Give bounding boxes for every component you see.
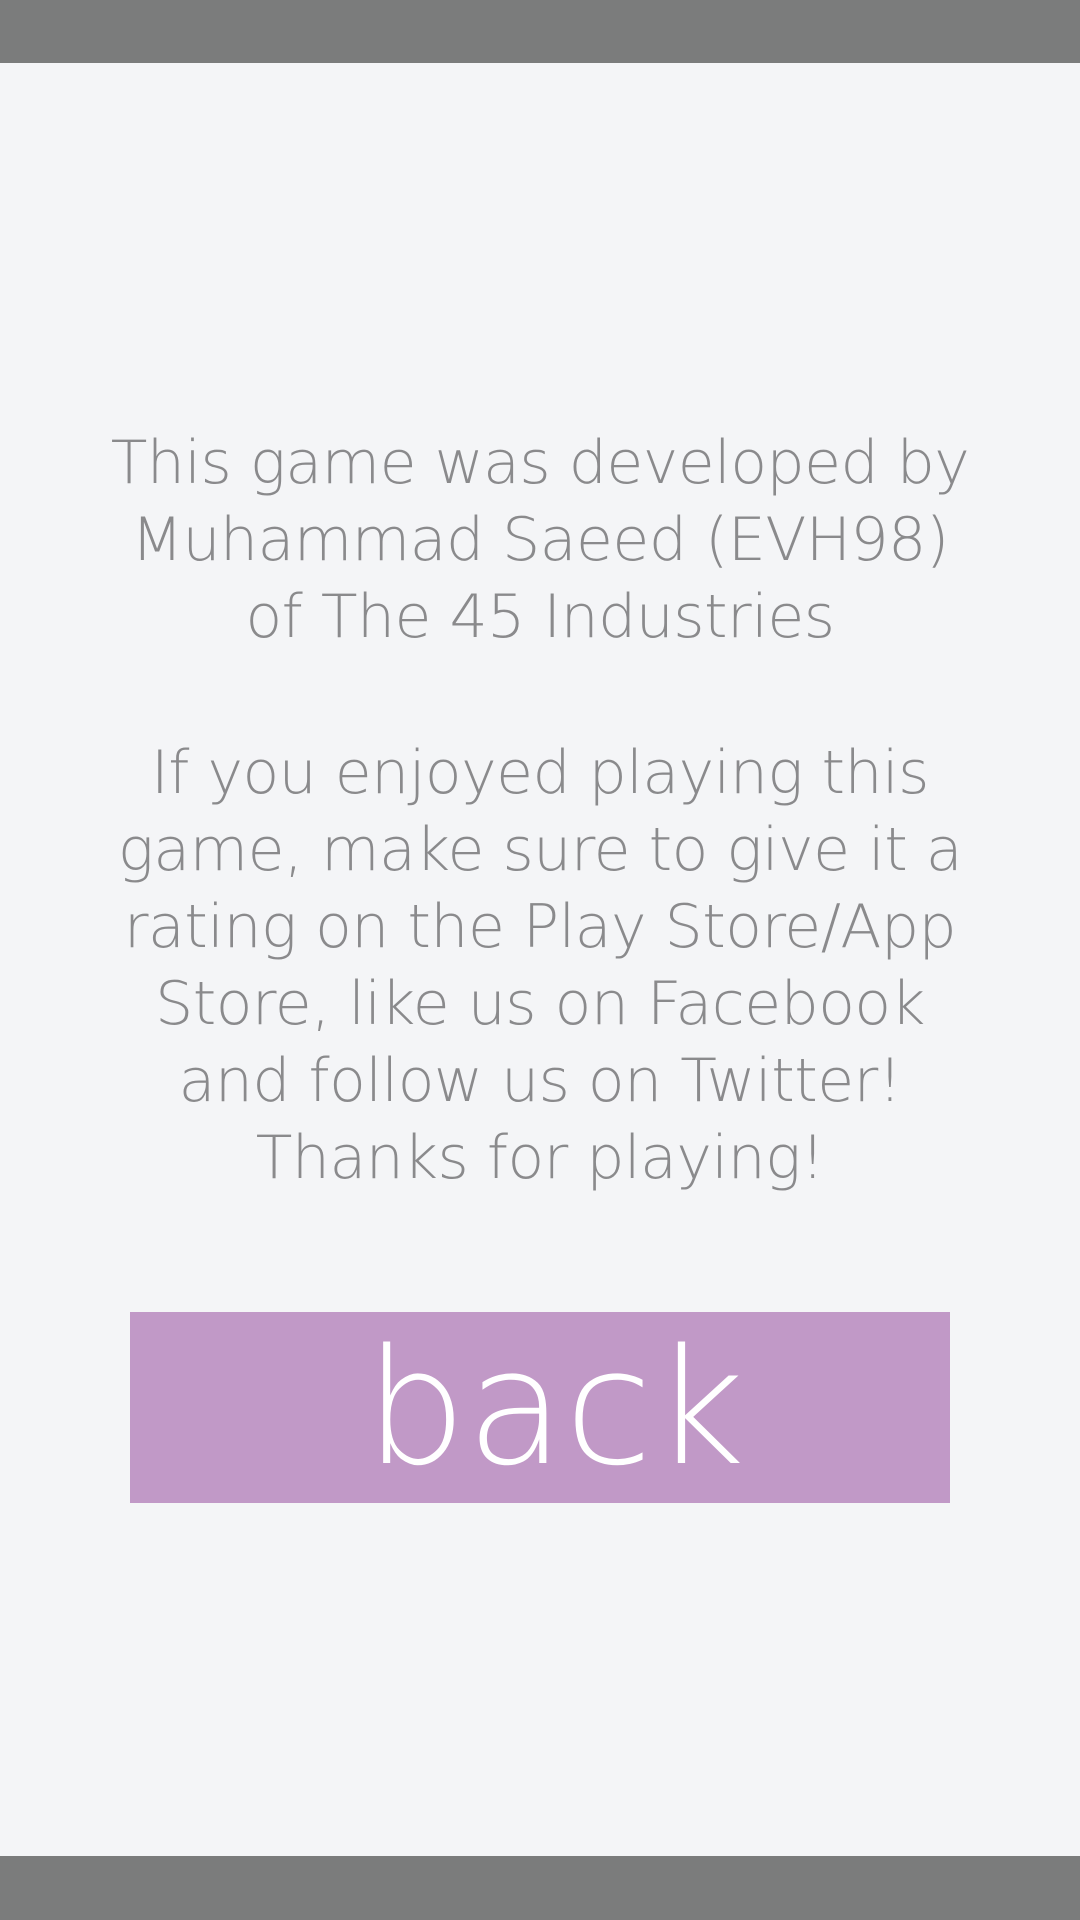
navigation-bar: [0, 1856, 1080, 1920]
message-line: rating on the Play Store/App: [123, 892, 957, 962]
status-bar: [0, 0, 1080, 63]
message-line: game, make sure to give it a: [117, 815, 963, 885]
developer-credits: This game was developed by Muhammad Saee…: [110, 425, 970, 656]
message-line: Thanks for playing!: [255, 1123, 825, 1193]
credits-line: of The 45 Industries: [245, 582, 835, 652]
credits-line: Muhammad Saeed (EVH98): [131, 505, 949, 575]
back-button[interactable]: back: [130, 1312, 950, 1503]
credits-line: This game was developed by: [110, 428, 970, 498]
credits-screen: This game was developed by Muhammad Saee…: [0, 0, 1080, 1920]
message-line: and follow us on Twitter!: [178, 1046, 902, 1116]
back-button-label: back: [364, 1313, 746, 1501]
message-line: If you enjoyed playing this: [151, 738, 929, 808]
thank-you-message: If you enjoyed playing this game, make s…: [110, 735, 970, 1197]
message-line: Store, like us on Facebook: [155, 969, 925, 1039]
